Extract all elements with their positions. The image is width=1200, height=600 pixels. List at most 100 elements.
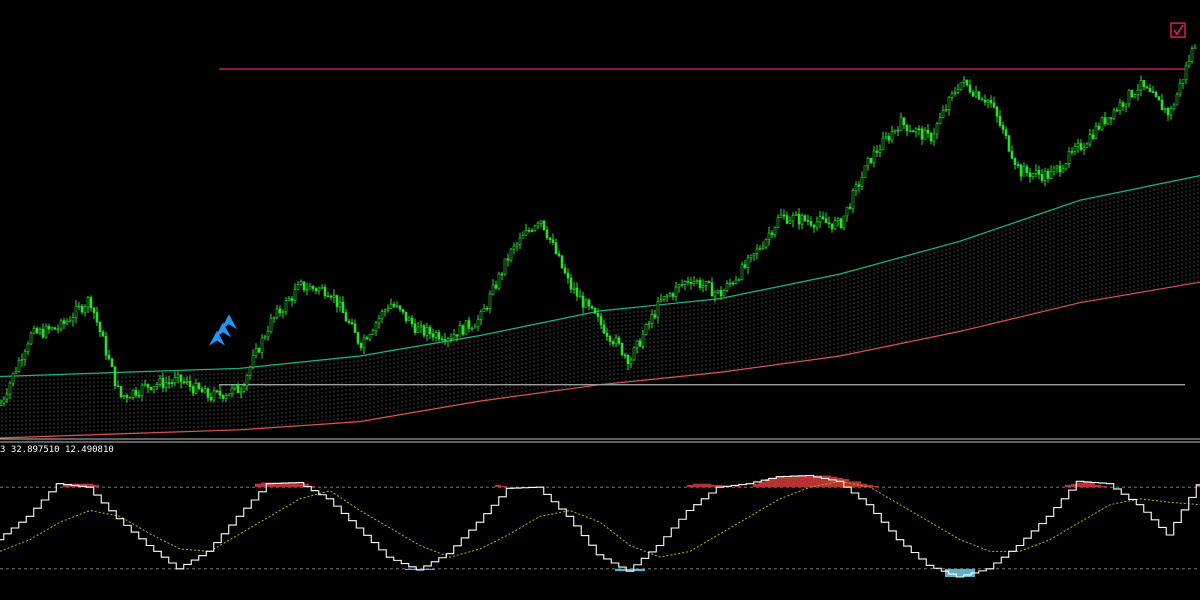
candle-body — [305, 288, 309, 291]
candle-body — [977, 91, 981, 100]
candle-body — [437, 332, 441, 340]
candle-body — [1043, 170, 1047, 181]
candle-body — [677, 284, 681, 288]
candle-body — [539, 220, 543, 224]
candle-body — [467, 320, 471, 329]
candle-body — [719, 289, 723, 297]
candle-body — [86, 297, 90, 308]
candle-body — [110, 358, 114, 367]
candle-body — [416, 326, 420, 333]
candle-body — [242, 385, 246, 392]
candle-body — [623, 354, 627, 357]
candle-body — [1106, 117, 1110, 125]
candle-body — [47, 326, 51, 330]
candle-body — [119, 386, 123, 397]
candle-body — [479, 311, 483, 320]
candle-body — [104, 336, 108, 356]
candle-body — [1067, 151, 1071, 165]
candle-body — [1163, 108, 1167, 111]
candle-body — [494, 284, 498, 289]
candle-body — [647, 323, 651, 325]
candle-body — [761, 246, 765, 249]
candle-body — [905, 124, 909, 132]
candle-body — [755, 248, 759, 254]
candle-body — [1187, 60, 1191, 67]
candle-body — [791, 215, 795, 222]
candle-body — [17, 360, 21, 372]
candle-body — [1169, 108, 1173, 116]
candle-body — [656, 300, 660, 318]
candle-body — [233, 384, 237, 389]
candle-body — [8, 382, 12, 395]
overbought-fill-bar — [789, 475, 796, 488]
candle-body — [161, 378, 165, 388]
candle-body — [956, 89, 960, 93]
candle-body — [482, 308, 486, 312]
candle-body — [284, 300, 288, 313]
candle-body — [404, 311, 408, 321]
candle-body — [395, 305, 399, 308]
candle-body — [926, 129, 930, 134]
candle-body — [308, 285, 312, 290]
candle-body — [1052, 167, 1056, 172]
overbought-fill-bar — [837, 477, 844, 488]
candle-body — [485, 308, 489, 310]
candle-body — [659, 299, 663, 302]
candle-body — [464, 320, 468, 335]
candle-body — [35, 328, 39, 334]
candle-body — [491, 284, 495, 295]
candle-body — [89, 297, 93, 309]
candle-body — [263, 336, 267, 339]
candle-body — [908, 130, 912, 133]
candle-body — [920, 128, 924, 140]
candle-body — [587, 299, 591, 307]
overbought-fill-bar — [771, 477, 778, 488]
candle-body — [842, 215, 846, 229]
candle-body — [101, 331, 105, 337]
overbought-fill-bar — [783, 476, 790, 488]
candle-body — [680, 284, 684, 286]
candle-body — [1004, 129, 1008, 137]
candle-body — [1142, 80, 1146, 88]
candle-body — [890, 131, 894, 141]
candle-body — [875, 150, 879, 153]
candle-body — [632, 347, 636, 361]
candle-body — [869, 157, 873, 164]
candle-body — [779, 214, 783, 218]
candle-body — [857, 184, 861, 187]
candle-body — [650, 314, 654, 324]
candle-body — [173, 377, 177, 384]
indicator-readout: 3 32.897510 12.490810 — [0, 445, 114, 455]
candle-body — [59, 320, 63, 330]
candle-body — [689, 281, 693, 284]
candle-body — [674, 286, 678, 297]
candle-body — [302, 281, 306, 291]
candle-body — [0, 402, 3, 406]
candle-body — [899, 117, 903, 132]
candle-body — [509, 248, 513, 261]
overbought-fill-bar — [297, 482, 304, 488]
overbought-fill-bar — [1095, 484, 1102, 488]
candle-body — [1088, 134, 1092, 145]
candle-body — [893, 129, 897, 132]
candle-body — [14, 370, 18, 374]
candle-body — [371, 330, 375, 335]
candle-body — [476, 319, 480, 328]
overbought-fill-bar — [1077, 482, 1084, 488]
candle-body — [134, 389, 138, 396]
candle-body — [362, 337, 366, 349]
candle-body — [1172, 104, 1176, 109]
candle-body — [329, 295, 333, 298]
candle-body — [164, 382, 168, 388]
candle-body — [821, 216, 825, 220]
candle-body — [179, 374, 183, 383]
candle-body — [710, 282, 714, 297]
candle-body — [530, 230, 534, 232]
overbought-fill-bar — [777, 476, 784, 488]
overbought-fill-bar — [687, 484, 694, 488]
candle-body — [551, 239, 555, 243]
candle-body — [1001, 125, 1005, 130]
candle-body — [1124, 103, 1128, 107]
candle-body — [1148, 87, 1152, 92]
candle-body — [23, 351, 27, 360]
